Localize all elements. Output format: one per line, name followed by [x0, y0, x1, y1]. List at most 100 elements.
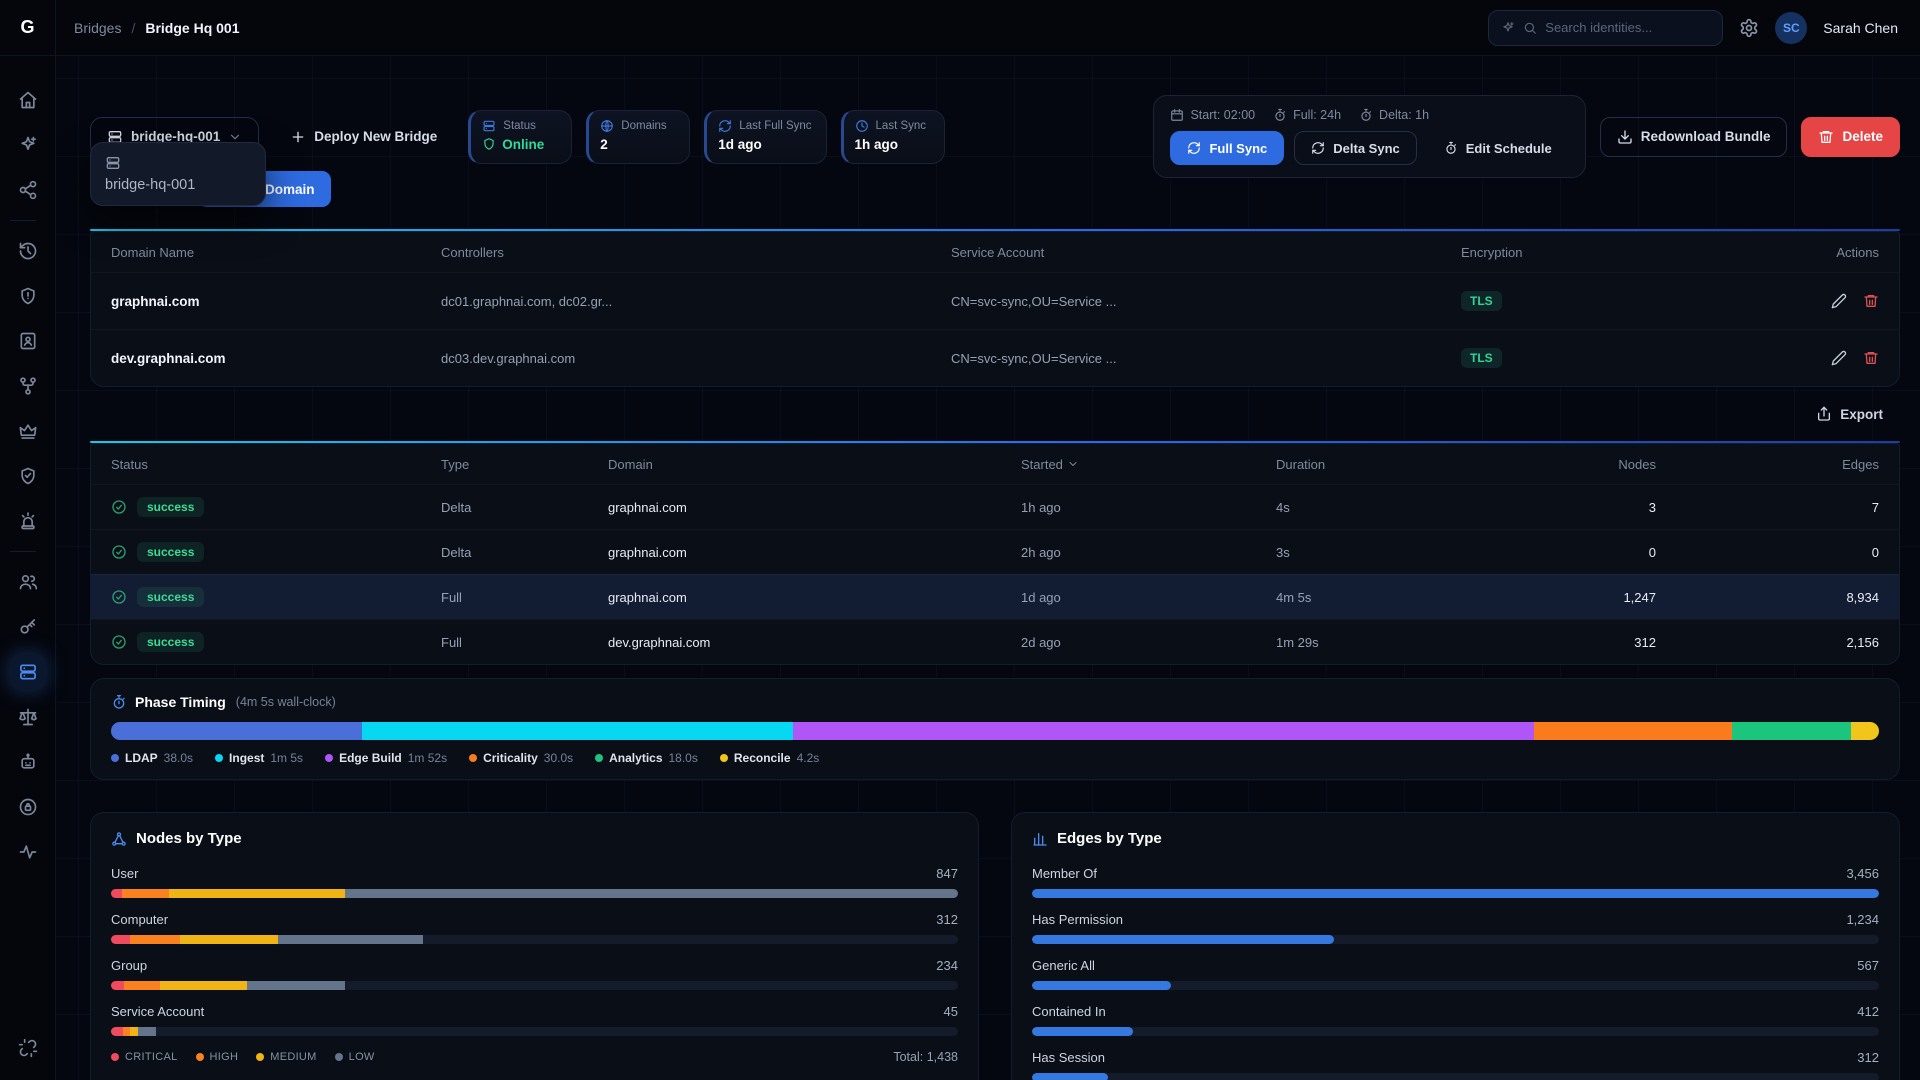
- severity-legend-item: HIGH: [196, 1051, 239, 1063]
- sync-edges: 8,934: [1846, 590, 1879, 605]
- timer-icon: [1273, 108, 1287, 122]
- sidebar-item-incidents[interactable]: [10, 503, 46, 539]
- legend-dot: [595, 754, 603, 762]
- severity-segment: [138, 1027, 156, 1036]
- unlink-icon: [18, 1038, 38, 1058]
- stat-last-full-sync: Last Full Sync 1d ago: [704, 110, 826, 164]
- avatar[interactable]: SC: [1775, 12, 1807, 44]
- sidebar-item-graph[interactable]: [10, 172, 46, 208]
- domain-controllers: dc03.dev.graphnai.com: [441, 351, 951, 366]
- deploy-label: Deploy New Bridge: [314, 129, 437, 144]
- sidebar-item-history[interactable]: [10, 233, 46, 269]
- search-input[interactable]: [1545, 20, 1710, 35]
- sidebar-item-users[interactable]: [10, 564, 46, 600]
- phase-segment-ldap: [111, 722, 362, 740]
- sidebar-item-paths[interactable]: [10, 368, 46, 404]
- chart-row-value: 412: [1857, 1004, 1879, 1019]
- deploy-new-bridge-button[interactable]: Deploy New Bridge: [273, 117, 454, 157]
- chart-row: Contained In 412: [1032, 1001, 1879, 1036]
- check-circle-icon: [111, 499, 127, 515]
- server-icon: [482, 119, 496, 133]
- lock-circle-icon: [18, 797, 38, 817]
- sync-row[interactable]: successFulldev.graphnai.com2d ago1m 29s3…: [91, 619, 1899, 664]
- sync-type: Full: [441, 590, 608, 605]
- sidebar: [0, 56, 56, 1080]
- bot-icon: [18, 752, 38, 772]
- logo-text: G: [20, 17, 34, 38]
- legend-dot: [325, 754, 333, 762]
- delete-button[interactable]: Delete: [1801, 117, 1900, 157]
- chart-row-bar: [1032, 935, 1879, 944]
- bridge-dropdown-option[interactable]: bridge-hq-001: [105, 155, 251, 193]
- sidebar-item-alerts[interactable]: [10, 278, 46, 314]
- check-circle-icon: [111, 634, 127, 650]
- sidebar-item-tier-zero[interactable]: [10, 413, 46, 449]
- schedule-panel: Start: 02:00 Full: 24h Delta: 1h Full Sy…: [1153, 95, 1585, 178]
- shield-alert-icon: [18, 286, 38, 306]
- domains-table: Domain Name Controllers Service Account …: [90, 231, 1900, 387]
- breadcrumb-current: Bridge Hq 001: [145, 20, 239, 36]
- globe-icon: [600, 119, 614, 133]
- phase-legend-item: Ingest1m 5s: [215, 751, 303, 765]
- chart-row: Computer312: [111, 909, 958, 944]
- sidebar-item-vault[interactable]: [10, 789, 46, 825]
- encryption-badge: TLS: [1461, 291, 1502, 311]
- search-box[interactable]: [1488, 10, 1723, 46]
- sync-table: Status Type Domain Started Duration Node…: [90, 443, 1900, 665]
- stat-value: Online: [502, 137, 544, 152]
- domain-row: graphnai.comdc01.graphnai.com, dc02.gr..…: [91, 272, 1899, 329]
- sync-row[interactable]: successDeltagraphnai.com1h ago4s37: [91, 484, 1899, 529]
- chart-row-bar: [1032, 889, 1879, 898]
- pencil-icon[interactable]: [1831, 350, 1847, 366]
- sidebar-item-disconnect[interactable]: [10, 1030, 46, 1066]
- bar-fill: [1032, 981, 1171, 990]
- phase-legend-item: Edge Build1m 52s: [325, 751, 447, 765]
- delta-sync-button[interactable]: Delta Sync: [1294, 131, 1416, 165]
- col-type: Type: [441, 457, 608, 472]
- severity-segment: [180, 935, 278, 944]
- phase-legend-item: Reconcile4.2s: [720, 751, 819, 765]
- legend-dot: [335, 1053, 343, 1061]
- sync-row[interactable]: successDeltagraphnai.com2h ago3s00: [91, 529, 1899, 574]
- trash-icon[interactable]: [1863, 350, 1879, 366]
- export-button[interactable]: Export: [1799, 397, 1900, 431]
- status-badge: success: [137, 587, 204, 607]
- phase-timing-subtitle: (4m 5s wall-clock): [236, 695, 336, 709]
- sidebar-item-posture[interactable]: [10, 458, 46, 494]
- chart-row-label: Member Of: [1032, 866, 1097, 881]
- sidebar-item-activity[interactable]: [10, 834, 46, 870]
- full-sync-button[interactable]: Full Sync: [1170, 131, 1284, 165]
- sync-duration: 1m 29s: [1276, 635, 1576, 650]
- chart-row-label: Contained In: [1032, 1004, 1106, 1019]
- stat-last-sync: Last Sync 1h ago: [841, 110, 945, 164]
- sidebar-item-bridges[interactable]: [10, 654, 46, 690]
- sidebar-item-home[interactable]: [10, 82, 46, 118]
- delta-sync-label: Delta Sync: [1333, 141, 1399, 156]
- breadcrumb-parent[interactable]: Bridges: [74, 20, 121, 36]
- id-card-icon: [18, 331, 38, 351]
- sidebar-item-credentials[interactable]: [10, 609, 46, 645]
- gear-icon[interactable]: [1739, 18, 1759, 38]
- phase-duration: 1m 5s: [270, 751, 303, 765]
- legend-dot: [256, 1053, 264, 1061]
- sync-started: 1h ago: [1021, 500, 1276, 515]
- nav-divider: [10, 551, 36, 552]
- legend-dot: [215, 754, 223, 762]
- fork-icon: [18, 376, 38, 396]
- col-started-sort[interactable]: Started: [1021, 457, 1276, 472]
- sidebar-item-compliance[interactable]: [10, 699, 46, 735]
- sidebar-item-automation[interactable]: [10, 744, 46, 780]
- sync-domain: graphnai.com: [608, 590, 1021, 605]
- redownload-bundle-button[interactable]: Redownload Bundle: [1600, 117, 1788, 157]
- phase-segment-reconcile: [1851, 722, 1879, 740]
- edit-schedule-button[interactable]: Edit Schedule: [1427, 131, 1569, 165]
- sync-row[interactable]: successFullgraphnai.com1d ago4m 5s1,2478…: [91, 574, 1899, 619]
- trash-icon[interactable]: [1863, 293, 1879, 309]
- pencil-icon[interactable]: [1831, 293, 1847, 309]
- legend-dot: [196, 1053, 204, 1061]
- phase-segment-edge-build: [793, 722, 1534, 740]
- app-logo[interactable]: G: [0, 0, 56, 56]
- sidebar-item-ai-assist[interactable]: [10, 127, 46, 163]
- legend-dot: [720, 754, 728, 762]
- sidebar-item-identities[interactable]: [10, 323, 46, 359]
